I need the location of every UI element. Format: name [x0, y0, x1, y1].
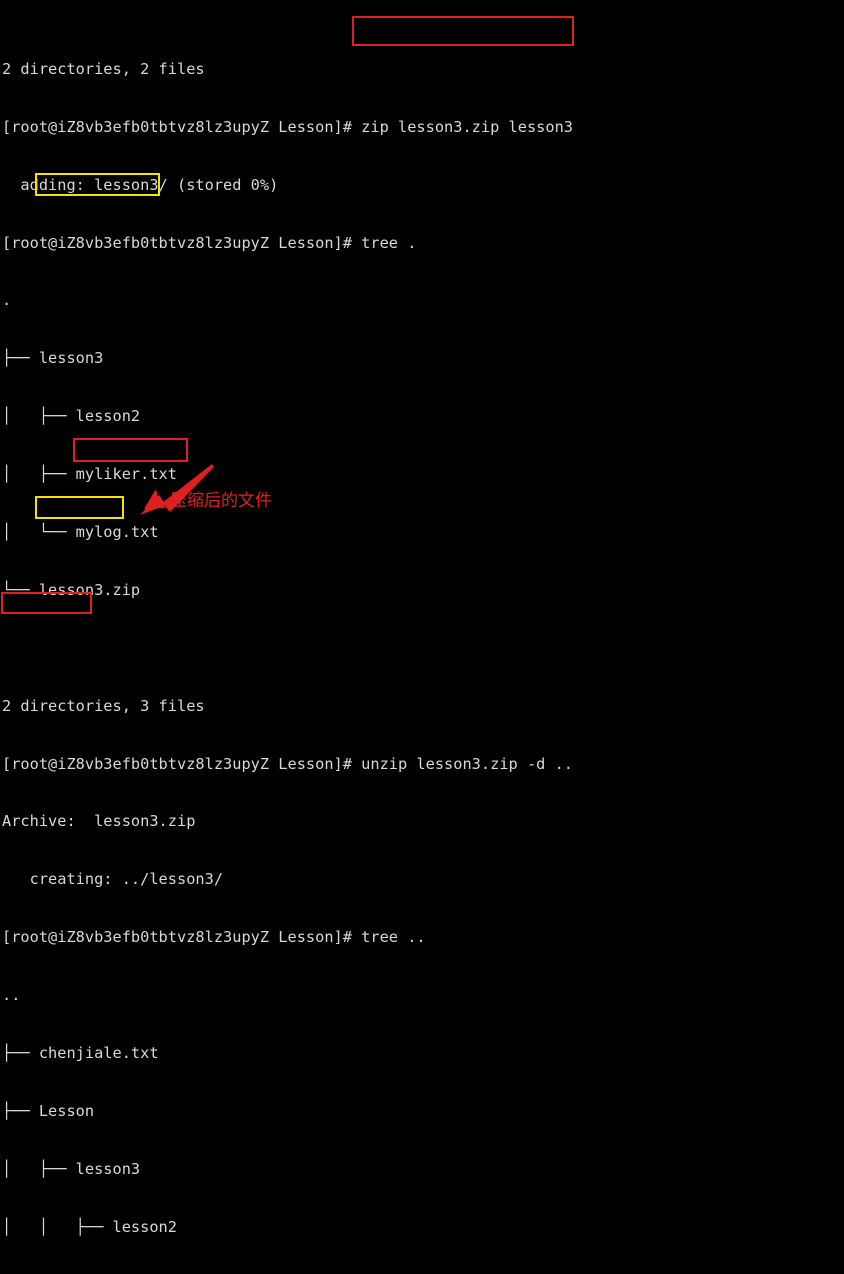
line-text: Archive: lesson3.zip	[2, 812, 196, 831]
terminal-line: │ └── mylog.txt	[2, 523, 844, 542]
terminal-line: adding: lesson3/ (stored 0%)	[2, 176, 844, 195]
highlight-lesson3zip-second	[73, 438, 188, 462]
annotation-label: 压缩后的文件	[170, 491, 272, 511]
line-text: │ ├── myliker.txt	[2, 465, 177, 484]
line-text: .	[2, 291, 12, 310]
terminal-line: │ ├── myliker.txt	[2, 465, 844, 484]
terminal-line: ├── lesson3	[2, 349, 844, 368]
line-text: │ │ ├── lesson2	[2, 1217, 177, 1236]
terminal-window[interactable]: 2 directories, 2 files [root@iZ8vb3efb0t…	[0, 0, 844, 1236]
line-text: │ ├── lesson3	[2, 1159, 141, 1178]
terminal-line: Archive: lesson3.zip	[2, 812, 844, 831]
line-text: │ ├── lesson2	[2, 407, 141, 426]
terminal-line: │ ├── lesson2	[2, 407, 844, 426]
highlight-zip-command	[352, 16, 574, 46]
terminal-line: ├── Lesson	[2, 1102, 844, 1121]
terminal-line: [root@iZ8vb3efb0tbtvz8lz3upyZ Lesson]# u…	[2, 755, 844, 774]
highlight-lesson3-dir	[35, 496, 124, 519]
line-text: adding: lesson3/ (stored 0%)	[2, 175, 279, 194]
line-text: [root@iZ8vb3efb0tbtvz8lz3upyZ Lesson]# u…	[2, 754, 573, 773]
terminal-line: ..	[2, 986, 844, 1005]
terminal-line: creating: ../lesson3/	[2, 870, 844, 889]
line-text: └── lesson3.zip	[2, 580, 141, 599]
line-text: ..	[2, 986, 21, 1005]
line-text: [root@iZ8vb3efb0tbtvz8lz3upyZ Lesson]# t…	[2, 233, 417, 252]
line-text: [root@iZ8vb3efb0tbtvz8lz3upyZ Lesson]# t…	[2, 928, 426, 947]
terminal-line: └── lesson3.zip	[2, 581, 844, 600]
line-text: 2 directories, 3 files	[2, 696, 205, 715]
terminal-line: ├── chenjiale.txt	[2, 1044, 844, 1063]
terminal-line: [root@iZ8vb3efb0tbtvz8lz3upyZ Lesson]# z…	[2, 118, 844, 137]
terminal-line: .	[2, 291, 844, 310]
terminal-line: │ ├── lesson3	[2, 1160, 844, 1179]
line-text: ├── Lesson	[2, 1101, 95, 1120]
line-text: ├── lesson3	[2, 349, 104, 368]
line-text: ├── chenjiale.txt	[2, 1044, 159, 1063]
line-text: │ └── mylog.txt	[2, 523, 159, 542]
line-text: creating: ../lesson3/	[2, 870, 224, 889]
terminal-line: 2 directories, 2 files	[2, 60, 844, 79]
line-text: 2 directories, 2 files	[2, 59, 205, 78]
line-text: [root@iZ8vb3efb0tbtvz8lz3upyZ Lesson]# z…	[2, 117, 573, 136]
terminal-line: [root@iZ8vb3efb0tbtvz8lz3upyZ Lesson]# t…	[2, 234, 844, 253]
terminal-line: 2 directories, 3 files	[2, 697, 844, 716]
terminal-line: │ │ ├── lesson2	[2, 1218, 844, 1237]
terminal-line: [root@iZ8vb3efb0tbtvz8lz3upyZ Lesson]# t…	[2, 928, 844, 947]
